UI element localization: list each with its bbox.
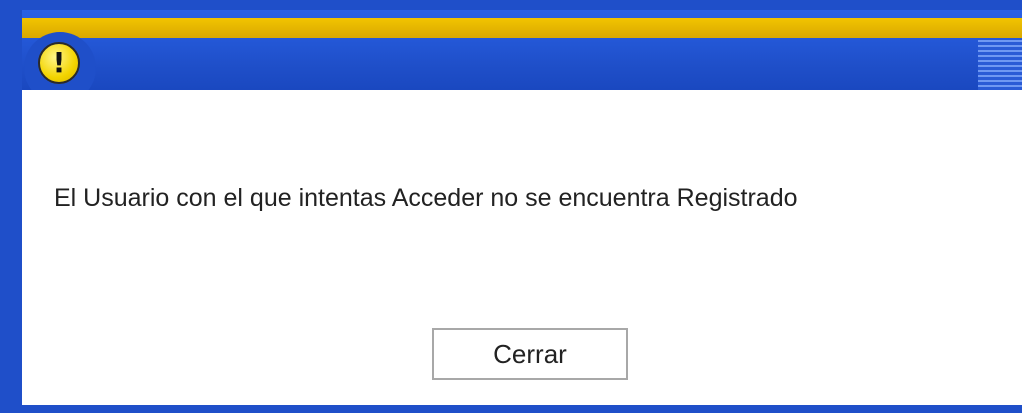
close-button[interactable]: Cerrar xyxy=(432,328,628,380)
warning-icon: ! xyxy=(38,42,80,84)
warning-icon-glyph: ! xyxy=(52,46,66,79)
window-frame-left xyxy=(0,0,22,413)
window-frame-bottom xyxy=(0,405,1022,413)
title-bar[interactable] xyxy=(22,10,1022,90)
dialog-content: El Usuario con el que intentas Acceder n… xyxy=(22,90,1022,405)
title-bar-accent-stripe xyxy=(22,18,1022,38)
alert-message: El Usuario con el que intentas Acceder n… xyxy=(54,184,798,212)
title-bar-grip xyxy=(978,40,1022,90)
window-frame-top xyxy=(0,0,1022,10)
alert-dialog: ! El Usuario con el que intentas Acceder… xyxy=(0,0,1022,413)
